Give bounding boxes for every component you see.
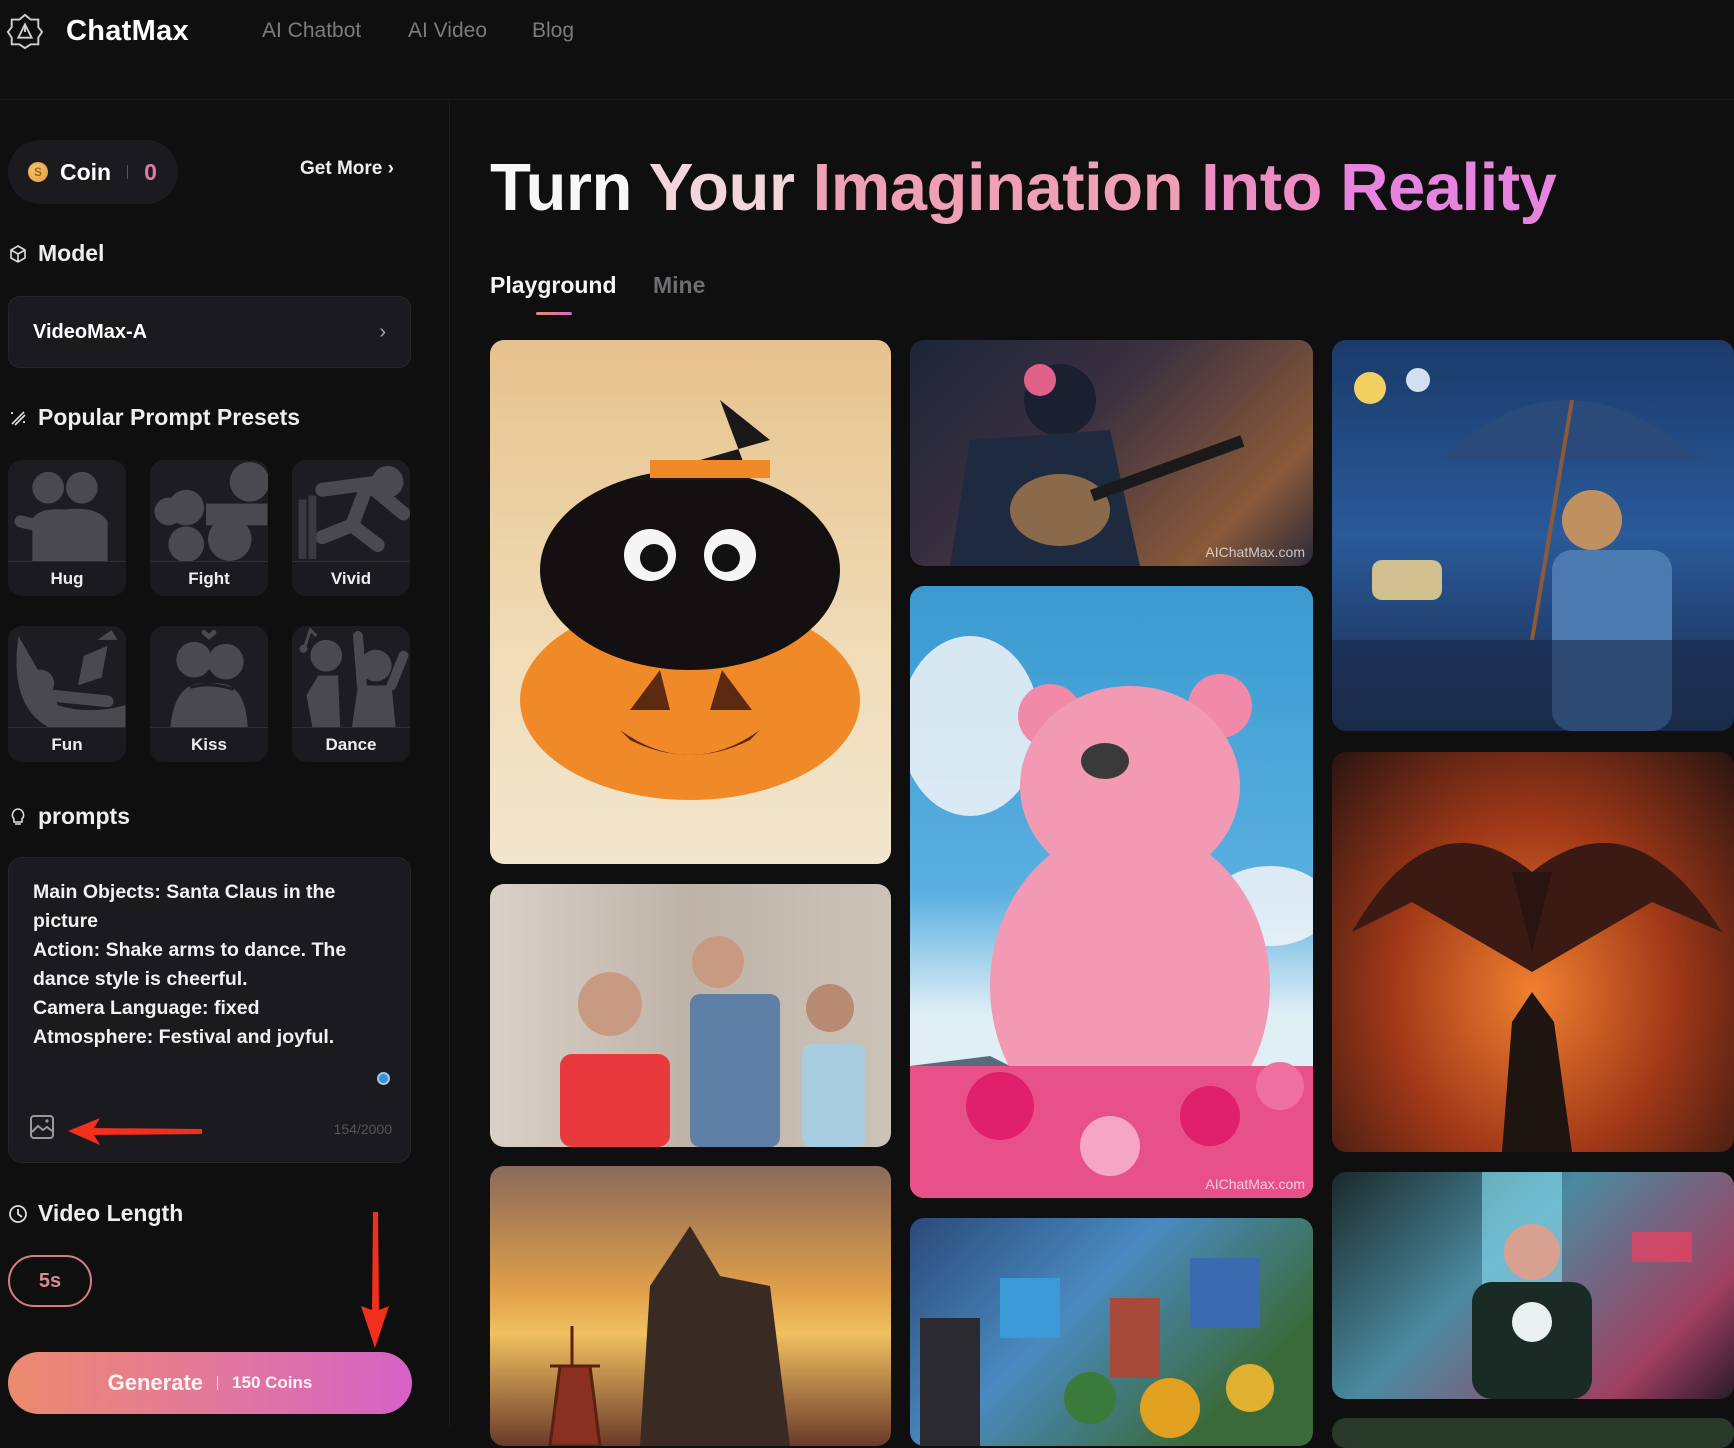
watermark: AIChatMax.com (1205, 1176, 1305, 1192)
preset-label: Hug (50, 569, 84, 588)
fight-icon (150, 460, 268, 562)
gallery-card-cat-pumpkin[interactable] (490, 340, 891, 864)
gallery-card-pig-motorcycle[interactable] (1332, 1172, 1734, 1399)
coin-divider (127, 165, 129, 179)
tab-playground[interactable]: Playground (490, 272, 617, 299)
get-more-link[interactable]: Get More › (300, 158, 394, 180)
coin-label: Coin (60, 158, 112, 185)
hero-word: Imagination (812, 150, 1184, 225)
hero-word: Reality (1340, 150, 1557, 225)
chatmax-logo-icon[interactable] (6, 12, 44, 50)
preset-kiss[interactable]: Kiss (150, 626, 268, 762)
image-upload-icon[interactable] (29, 1114, 55, 1140)
prompt-text[interactable]: Main Objects: Santa Claus in the picture… (33, 878, 393, 1052)
hero-word: Into (1201, 150, 1322, 225)
kiss-icon (150, 626, 268, 728)
video-length-title: Video Length (38, 1200, 184, 1226)
coin-value: 0 (144, 158, 157, 185)
model-value: VideoMax-A (33, 320, 148, 343)
preset-label: Dance (325, 735, 377, 754)
nav-ai-video[interactable]: AI Video (408, 18, 487, 44)
chevron-right-icon: › (387, 158, 394, 179)
gallery-card-guitar-girl[interactable]: AIChatMax.com (910, 340, 1313, 566)
preset-dance[interactable]: Dance (292, 626, 410, 762)
top-navigation-bar: ChatMax AI Chatbot AI Video Blog (0, 0, 1734, 100)
cat-pumpkin-thumbnail (520, 400, 860, 800)
distracted-couple-thumbnail (560, 936, 866, 1147)
fun-icon (8, 626, 126, 728)
preset-label: Kiss (191, 735, 227, 754)
model-heading: Model (8, 240, 104, 267)
hug-icon (8, 460, 126, 562)
mini-city-thumbnail (920, 1258, 1274, 1446)
prompts-title: prompts (38, 803, 130, 829)
status-dot (377, 1072, 390, 1085)
annotation-arrow-left-icon (68, 1118, 202, 1145)
castle-sunset-thumbnail (548, 1226, 790, 1446)
gallery-card-distracted-couple[interactable] (490, 884, 891, 1147)
nav-ai-chatbot[interactable]: AI Chatbot (262, 18, 361, 44)
fire-dragon-thumbnail (1352, 842, 1722, 1152)
nav-blog[interactable]: Blog (532, 18, 574, 44)
presets-heading: Popular Prompt Presets (8, 404, 300, 431)
char-counter: 154/2000 (333, 1121, 392, 1137)
preset-label: Fight (188, 569, 230, 588)
pink-bear-thumbnail (910, 636, 1313, 1198)
vivid-icon (292, 460, 410, 562)
preset-label: Vivid (330, 569, 372, 588)
hero-word: Your (648, 150, 795, 225)
prompts-heading: prompts (8, 803, 130, 830)
model-selector[interactable]: VideoMax-A › (8, 296, 411, 368)
clock-icon (9, 1204, 27, 1223)
dance-icon (292, 626, 410, 728)
generate-divider (217, 1376, 219, 1390)
hero-headline: Turn Your Imagination Into Reality (490, 148, 1557, 228)
gallery-card-van-gogh-rain[interactable] (1332, 340, 1734, 731)
preset-vivid[interactable]: Vivid (292, 460, 410, 596)
video-length-5s-option[interactable]: 5s (8, 1255, 92, 1307)
hero-word: Turn (490, 150, 632, 225)
coin-icon: S (28, 162, 48, 182)
pig-motorcycle-thumbnail (1472, 1172, 1692, 1399)
brand-name[interactable]: ChatMax (66, 12, 189, 50)
active-tab-indicator (536, 312, 572, 315)
tab-mine[interactable]: Mine (653, 272, 705, 299)
magic-wand-icon (11, 410, 26, 426)
preset-grid: Hug Fight Vivid Fun Kiss Dance (8, 460, 414, 762)
generate-label: Generate (107, 1370, 204, 1395)
preset-fight[interactable]: Fight (150, 460, 268, 596)
model-title: Model (38, 240, 105, 266)
get-more-label: Get More (300, 158, 383, 179)
guitar-girl-thumbnail (950, 364, 1245, 566)
preset-fun[interactable]: Fun (8, 626, 126, 762)
gallery-card-pink-bear[interactable]: AIChatMax.com (910, 586, 1313, 1198)
preset-label: Fun (51, 735, 83, 754)
gallery-card-partial[interactable] (1332, 1418, 1734, 1448)
presets-title: Popular Prompt Presets (38, 404, 301, 430)
gallery-card-castle-sunset[interactable] (490, 1166, 891, 1446)
chevron-right-icon: › (379, 320, 386, 343)
watermark: AIChatMax.com (1205, 544, 1305, 560)
generate-button[interactable]: Generate 150 Coins (8, 1352, 412, 1414)
cube-icon (10, 244, 26, 263)
annotation-arrow-down-icon (361, 1212, 389, 1348)
coin-balance[interactable]: S Coin 0 (8, 140, 178, 204)
van-gogh-rain-thumbnail (1332, 368, 1734, 731)
gallery-card-fire-dragon[interactable] (1332, 752, 1734, 1152)
gallery-card-mini-city[interactable] (910, 1218, 1313, 1446)
video-length-heading: Video Length (8, 1200, 183, 1227)
lightbulb-icon (11, 807, 25, 825)
generate-cost: 150 Coins (232, 1373, 313, 1392)
preset-hug[interactable]: Hug (8, 460, 126, 596)
